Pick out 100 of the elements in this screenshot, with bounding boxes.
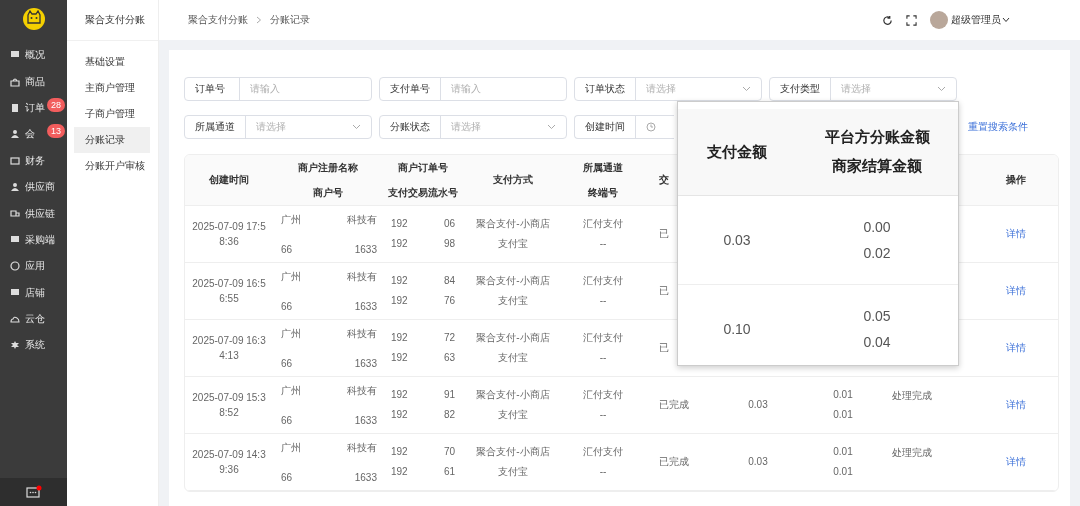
refresh-icon[interactable] [882, 14, 893, 26]
subnav-item[interactable]: 子商户管理 [74, 101, 150, 127]
table-cell: 1633 [354, 472, 377, 484]
sidebar-item[interactable]: 会 13 [0, 121, 67, 148]
table-cell: 66 [281, 358, 293, 370]
details-link[interactable]: 详情 [1005, 456, 1026, 468]
table-cell: 1633 [354, 415, 377, 427]
sidebar-item[interactable]: 供应商 [0, 173, 67, 201]
table-cell: 处理完成 [892, 447, 932, 459]
table-cell: 66 [281, 415, 293, 427]
sidebar-item[interactable]: 订单 28 [0, 94, 67, 122]
details-link[interactable]: 详情 [1005, 285, 1026, 297]
table-cell-text: 2025-07-09 16:34:13 [191, 334, 267, 363]
table-cell: 科技有 [347, 214, 377, 226]
table-cell: 72 [443, 332, 455, 344]
table-cell: 已完成 [659, 456, 689, 468]
caret-icon [1002, 17, 1010, 23]
sidebar-item[interactable]: 云仓 [0, 305, 67, 333]
count-badge: 13 [47, 124, 65, 139]
table-cell: 支付宝 [498, 466, 528, 478]
filter-field[interactable]: 订单号 请输入 [184, 77, 372, 101]
table-cell: 76 [443, 295, 455, 307]
table-cell: 科技有 [347, 328, 377, 340]
sidebar-item[interactable]: 供应链 [0, 200, 67, 227]
fullscreen-icon[interactable] [906, 14, 917, 26]
wallet-icon [10, 155, 20, 166]
filter-field[interactable]: 所属通道 请选择 [184, 115, 372, 139]
sidebar-item[interactable]: 采购端 [0, 226, 67, 254]
column-header: 支付交易流水号 [388, 185, 458, 200]
reset-link[interactable]: 重置搜索条件 [968, 120, 1056, 134]
table-cell: 支付宝 [498, 238, 528, 250]
table-cell: 广州 [281, 385, 301, 397]
table-cell: 91 [443, 389, 455, 401]
table-cell: 82 [443, 409, 455, 421]
table-cell: -- [599, 295, 607, 307]
table-cell: 192 [391, 238, 408, 250]
chat-icon[interactable] [25, 485, 42, 499]
column-header: 所属通道 [583, 160, 623, 175]
table-cell: 61 [443, 466, 455, 478]
table-cell: -- [599, 466, 607, 478]
gear-icon [10, 340, 20, 351]
subnav-item[interactable]: 分账开户审核 [74, 153, 150, 179]
table-cell: 0.02 [863, 245, 891, 261]
table-cell: 聚合支付-小商店 [476, 332, 550, 344]
table-cell: 广州 [281, 328, 301, 340]
monitor-icon [10, 287, 20, 298]
sidebar-item[interactable]: 店铺 [0, 279, 67, 306]
table-cell: 汇付支付 [583, 332, 623, 344]
table-cell-text: 0.10 [722, 321, 752, 337]
table-cell: 0.01 [833, 446, 853, 458]
subnav-item[interactable]: 分账记录 [74, 127, 150, 153]
subnav-item[interactable]: 主商户管理 [74, 75, 150, 101]
table-cell: 1633 [354, 358, 377, 370]
table-cell: 已 [659, 342, 669, 354]
count-badge: 28 [47, 97, 65, 112]
details-link[interactable]: 详情 [1005, 342, 1026, 354]
section-title: 聚合支付分账 [67, 0, 158, 41]
table-cell: 汇付支付 [583, 389, 623, 401]
table-cell: 已完成 [659, 399, 689, 411]
table-cell: 192 [391, 218, 408, 230]
chevron-down-icon [352, 124, 361, 130]
column-header: 交 [659, 173, 669, 187]
sidebar-item[interactable]: 概况 [0, 42, 67, 69]
table-cell: 支付宝 [498, 352, 528, 364]
column-header: 商户注册名称 [298, 160, 358, 175]
table-cell: 聚合支付-小商店 [476, 275, 550, 287]
table-cell: 已 [659, 285, 669, 297]
sidebar-item[interactable]: 财务 [0, 147, 67, 174]
sidebar-item[interactable]: 系统 [0, 332, 67, 359]
cat-logo-icon [22, 8, 45, 30]
breadcrumb-item[interactable]: 聚合支付分账 [188, 13, 248, 27]
table-cell: 192 [391, 446, 408, 458]
table-cell: 科技有 [347, 442, 377, 454]
table-cell: 192 [391, 352, 408, 364]
details-link[interactable]: 详情 [1005, 228, 1026, 240]
table-cell: 70 [443, 446, 455, 458]
sidebar-item[interactable]: 商品 [0, 68, 67, 95]
clipboard-icon [10, 102, 20, 113]
breadcrumb-item[interactable]: 分账记录 [270, 13, 310, 27]
cloud-icon [10, 314, 20, 325]
table-cell: -- [599, 238, 607, 250]
filter-field[interactable]: 支付单号 请输入 [379, 77, 567, 101]
table-cell: 0.00 [863, 219, 891, 235]
column-header: 商户订单号 [398, 160, 448, 175]
chevron-down-icon [937, 86, 946, 92]
table-cell: 98 [443, 238, 455, 250]
column-header: 支付方式 [493, 173, 533, 187]
table-cell: 聚合支付-小商店 [476, 446, 550, 458]
column-header: 商户号 [313, 185, 343, 200]
filter-field[interactable]: 创建时间 [574, 115, 674, 139]
filter-field[interactable]: 分账状态 请选择 [379, 115, 567, 139]
table-cell: 广州 [281, 442, 301, 454]
subnav-item[interactable]: 基础设置 [74, 49, 150, 75]
table-cell: 科技有 [347, 385, 377, 397]
table-cell: 汇付支付 [583, 446, 623, 458]
table-cell: -- [599, 409, 607, 421]
user-menu[interactable]: 超级管理员 [951, 13, 1010, 27]
column-header: 平台方分账金额 [824, 128, 930, 147]
sidebar-item[interactable]: 应用 [0, 253, 67, 280]
details-link[interactable]: 详情 [1005, 399, 1026, 411]
